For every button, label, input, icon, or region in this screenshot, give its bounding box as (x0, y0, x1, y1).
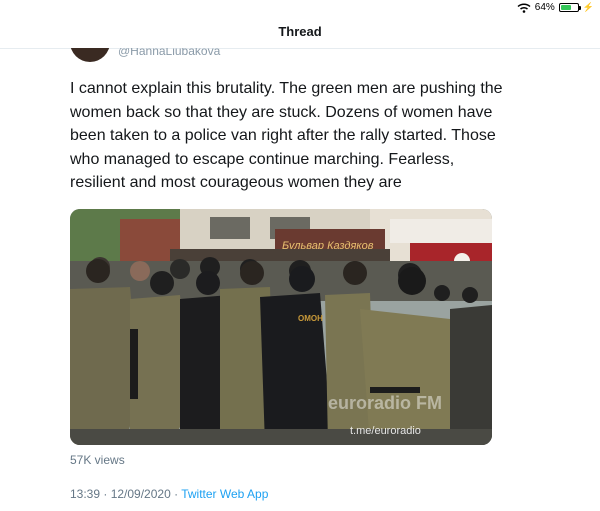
battery-percent: 64% (534, 2, 555, 13)
page-title: Thread (278, 24, 322, 39)
status-indicators: 64% ⚡ (517, 2, 594, 13)
tweet-text: I cannot explain this brutality. The gre… (70, 80, 503, 191)
nav-bar: Thread (0, 16, 600, 49)
watermark-logo: euroradio FM (328, 393, 442, 413)
view-count: 57K views (70, 453, 125, 467)
source-app-link[interactable]: Twitter Web App (181, 487, 268, 501)
watermark-url: t.me/euroradio (350, 425, 421, 437)
tweet-video[interactable]: Бульвар Каздяков ОМОН euroradio FM t.me/… (70, 209, 492, 445)
battery-icon (558, 3, 581, 12)
status-bar: 64% ⚡ (0, 0, 600, 16)
uniform-label: ОМОН (298, 314, 323, 323)
video-frame: Бульвар Каздяков ОМОН euroradio FM t.me/… (70, 209, 492, 445)
wifi-icon (517, 2, 531, 13)
tweet-date: 13:39 · 12/09/2020 (70, 487, 171, 501)
tweet-metadata: 13:39 · 12/09/2020 · Twitter Web App (70, 487, 268, 501)
charging-icon: ⚡ (582, 2, 594, 12)
avatar[interactable] (70, 48, 110, 62)
author-handle[interactable]: @HannaLiubakova (118, 48, 220, 58)
meta-separator: · (170, 487, 182, 501)
tweet-author[interactable]: @HannaLiubakova (70, 48, 370, 62)
